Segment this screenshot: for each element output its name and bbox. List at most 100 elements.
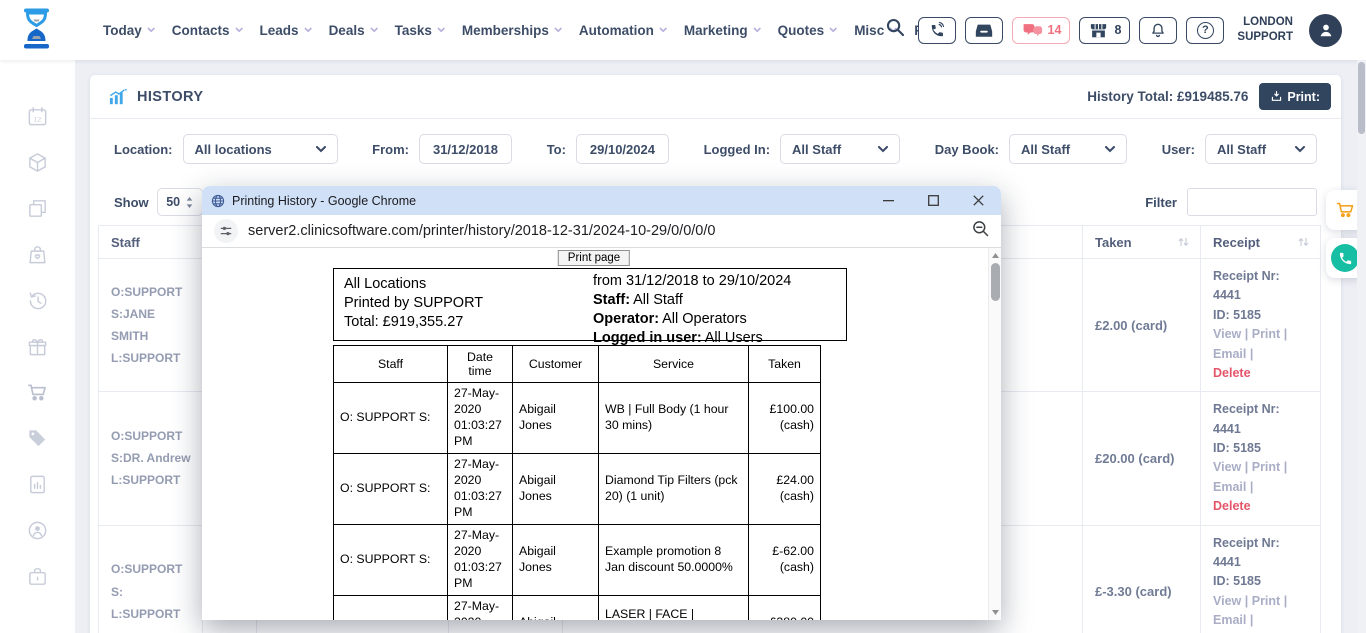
notifications-button[interactable] xyxy=(1139,17,1177,44)
print-button[interactable]: Print: xyxy=(1259,83,1331,110)
receipt-cell: Receipt Nr: 4441 ID: 5185 View | Print |… xyxy=(1201,392,1321,525)
delete-link[interactable]: Delete xyxy=(1213,497,1310,516)
cart-icon[interactable] xyxy=(26,381,50,403)
maximize-icon xyxy=(928,195,939,206)
page-title: HISTORY xyxy=(137,89,203,105)
nav-automation[interactable]: Automation xyxy=(579,23,668,38)
calendar-icon[interactable]: 12 xyxy=(26,105,50,127)
close-button[interactable] xyxy=(956,186,1001,215)
nav-tasks[interactable]: Tasks xyxy=(395,23,446,38)
window-title-bar[interactable]: Printing History - Google Chrome xyxy=(202,186,1001,215)
nav-memberships[interactable]: Memberships xyxy=(462,23,563,38)
case-icon[interactable] xyxy=(26,565,50,587)
avatar[interactable] xyxy=(1309,14,1342,47)
doc-row: O: SUPPORT S:27-May-2020 01:03:27 PMAbig… xyxy=(334,383,821,454)
page-scrollbar-thumb[interactable] xyxy=(1358,62,1365,134)
email-link[interactable]: Email xyxy=(1213,347,1246,361)
chevron-down-icon xyxy=(316,146,326,153)
left-sidebar: 12 xyxy=(0,60,75,633)
print-doc-table: Staff Date time Customer Service Taken O… xyxy=(333,345,821,620)
address-bar[interactable]: server2.clinicsoftware.com/printer/histo… xyxy=(202,215,1001,248)
scroll-down-arrow[interactable] xyxy=(989,606,1001,619)
view-link[interactable]: View xyxy=(1213,460,1241,474)
inbox-button[interactable] xyxy=(965,17,1003,44)
view-link[interactable]: View xyxy=(1213,594,1241,608)
filters-row: Location: All locations From: 31/12/2018… xyxy=(90,119,1341,179)
from-date-input[interactable]: 31/12/2018 xyxy=(419,134,512,164)
nav-today[interactable]: Today xyxy=(103,23,156,38)
pos-button[interactable]: 8 xyxy=(1079,17,1130,44)
staff-cell: O:SUPPORTS:L:SUPPORT xyxy=(99,525,203,633)
logged-in-select[interactable]: All Staff xyxy=(780,134,900,164)
chat-bubbles-icon xyxy=(1021,22,1043,38)
stepper-arrows-icon xyxy=(186,197,193,208)
day-book-select[interactable]: All Staff xyxy=(1009,134,1127,164)
close-icon xyxy=(973,195,984,206)
maximize-button[interactable] xyxy=(911,186,956,215)
person-icon xyxy=(1316,20,1336,40)
doc-row: O: SUPPORT S:27-May-2020 01:03:27 PMAbig… xyxy=(334,524,821,595)
chat-button[interactable]: 14 xyxy=(1012,17,1071,44)
print-link[interactable]: Print xyxy=(1252,327,1280,341)
delete-link[interactable]: Delete xyxy=(1213,364,1310,383)
page-scrollbar[interactable] xyxy=(1357,60,1366,633)
nav-quotes[interactable]: Quotes xyxy=(778,23,839,38)
to-label: To: xyxy=(547,142,566,157)
app-canvas: Today Contacts Leads Deals Tasks Members… xyxy=(0,0,1366,633)
col-staff[interactable]: Staff xyxy=(99,226,203,259)
copy-icon[interactable] xyxy=(26,197,50,219)
url-text[interactable]: server2.clinicsoftware.com/printer/histo… xyxy=(248,223,715,239)
print-page-button[interactable]: Print page xyxy=(558,250,630,266)
question-icon: ? xyxy=(1197,22,1214,39)
user-select[interactable]: All Staff xyxy=(1205,134,1317,164)
print-link[interactable]: Print xyxy=(1252,460,1280,474)
globe-icon xyxy=(211,194,225,208)
staff-cell: O:SUPPORTS:DR. AndrewL:SUPPORT xyxy=(99,392,203,525)
phone-icon xyxy=(1338,251,1353,266)
account-icon[interactable] xyxy=(26,519,50,541)
scroll-up-arrow[interactable] xyxy=(989,249,1001,262)
taken-cell: £20.00 (card) xyxy=(1083,392,1201,525)
tag-icon[interactable] xyxy=(26,427,50,449)
site-settings-icon[interactable] xyxy=(214,219,238,243)
reports-icon[interactable] xyxy=(26,473,50,495)
to-date-input[interactable]: 29/10/2024 xyxy=(576,134,669,164)
chrome-popup-window: Printing History - Google Chrome server2… xyxy=(202,186,1001,620)
sort-icon xyxy=(1177,236,1190,248)
doc-total: Total: £919,355.27 xyxy=(344,313,593,332)
col-taken[interactable]: Taken xyxy=(1083,226,1201,259)
show-count-select[interactable]: 50 xyxy=(157,188,203,216)
popup-scrollbar[interactable] xyxy=(988,248,1001,620)
nav-marketing[interactable]: Marketing xyxy=(684,23,762,38)
help-button[interactable]: ? xyxy=(1186,17,1224,44)
location-select[interactable]: All locations xyxy=(183,134,338,164)
bell-icon xyxy=(1149,21,1167,40)
nav-deals[interactable]: Deals xyxy=(329,23,379,38)
zoom-icon[interactable] xyxy=(972,220,989,242)
view-link[interactable]: View xyxy=(1213,327,1241,341)
logged-in-label: Logged In: xyxy=(704,142,770,157)
print-link[interactable]: Print xyxy=(1252,594,1280,608)
clinicsoftware-logo-icon[interactable] xyxy=(18,7,55,58)
taken-cell: £-3.30 (card) xyxy=(1083,525,1201,633)
taken-cell: £2.00 (card) xyxy=(1083,259,1201,392)
popup-scrollbar-thumb[interactable] xyxy=(991,263,1000,301)
from-label: From: xyxy=(372,142,409,157)
filter-label: Filter xyxy=(1145,195,1177,210)
email-link[interactable]: Email xyxy=(1213,480,1246,494)
nav-leads[interactable]: Leads xyxy=(260,23,313,38)
email-link[interactable]: Email xyxy=(1213,613,1246,627)
bag-icon[interactable] xyxy=(26,243,50,265)
gift-icon[interactable] xyxy=(26,335,50,357)
filter-input[interactable] xyxy=(1187,188,1317,216)
minimize-button[interactable] xyxy=(866,186,911,215)
history-icon[interactable] xyxy=(26,289,50,311)
products-icon[interactable] xyxy=(26,151,50,173)
search-icon[interactable] xyxy=(885,17,906,43)
receipt-cell: Receipt Nr: 4441 ID: 5185 View | Print |… xyxy=(1201,525,1321,633)
phone-button[interactable] xyxy=(918,17,956,44)
print-doc-header: All Locations Printed by SUPPORT Total: … xyxy=(333,268,847,341)
col-receipt[interactable]: Receipt xyxy=(1201,226,1321,259)
topbar-actions: 14 8 ? LONDON SUPPORT xyxy=(885,0,1342,60)
nav-contacts[interactable]: Contacts xyxy=(172,23,244,38)
